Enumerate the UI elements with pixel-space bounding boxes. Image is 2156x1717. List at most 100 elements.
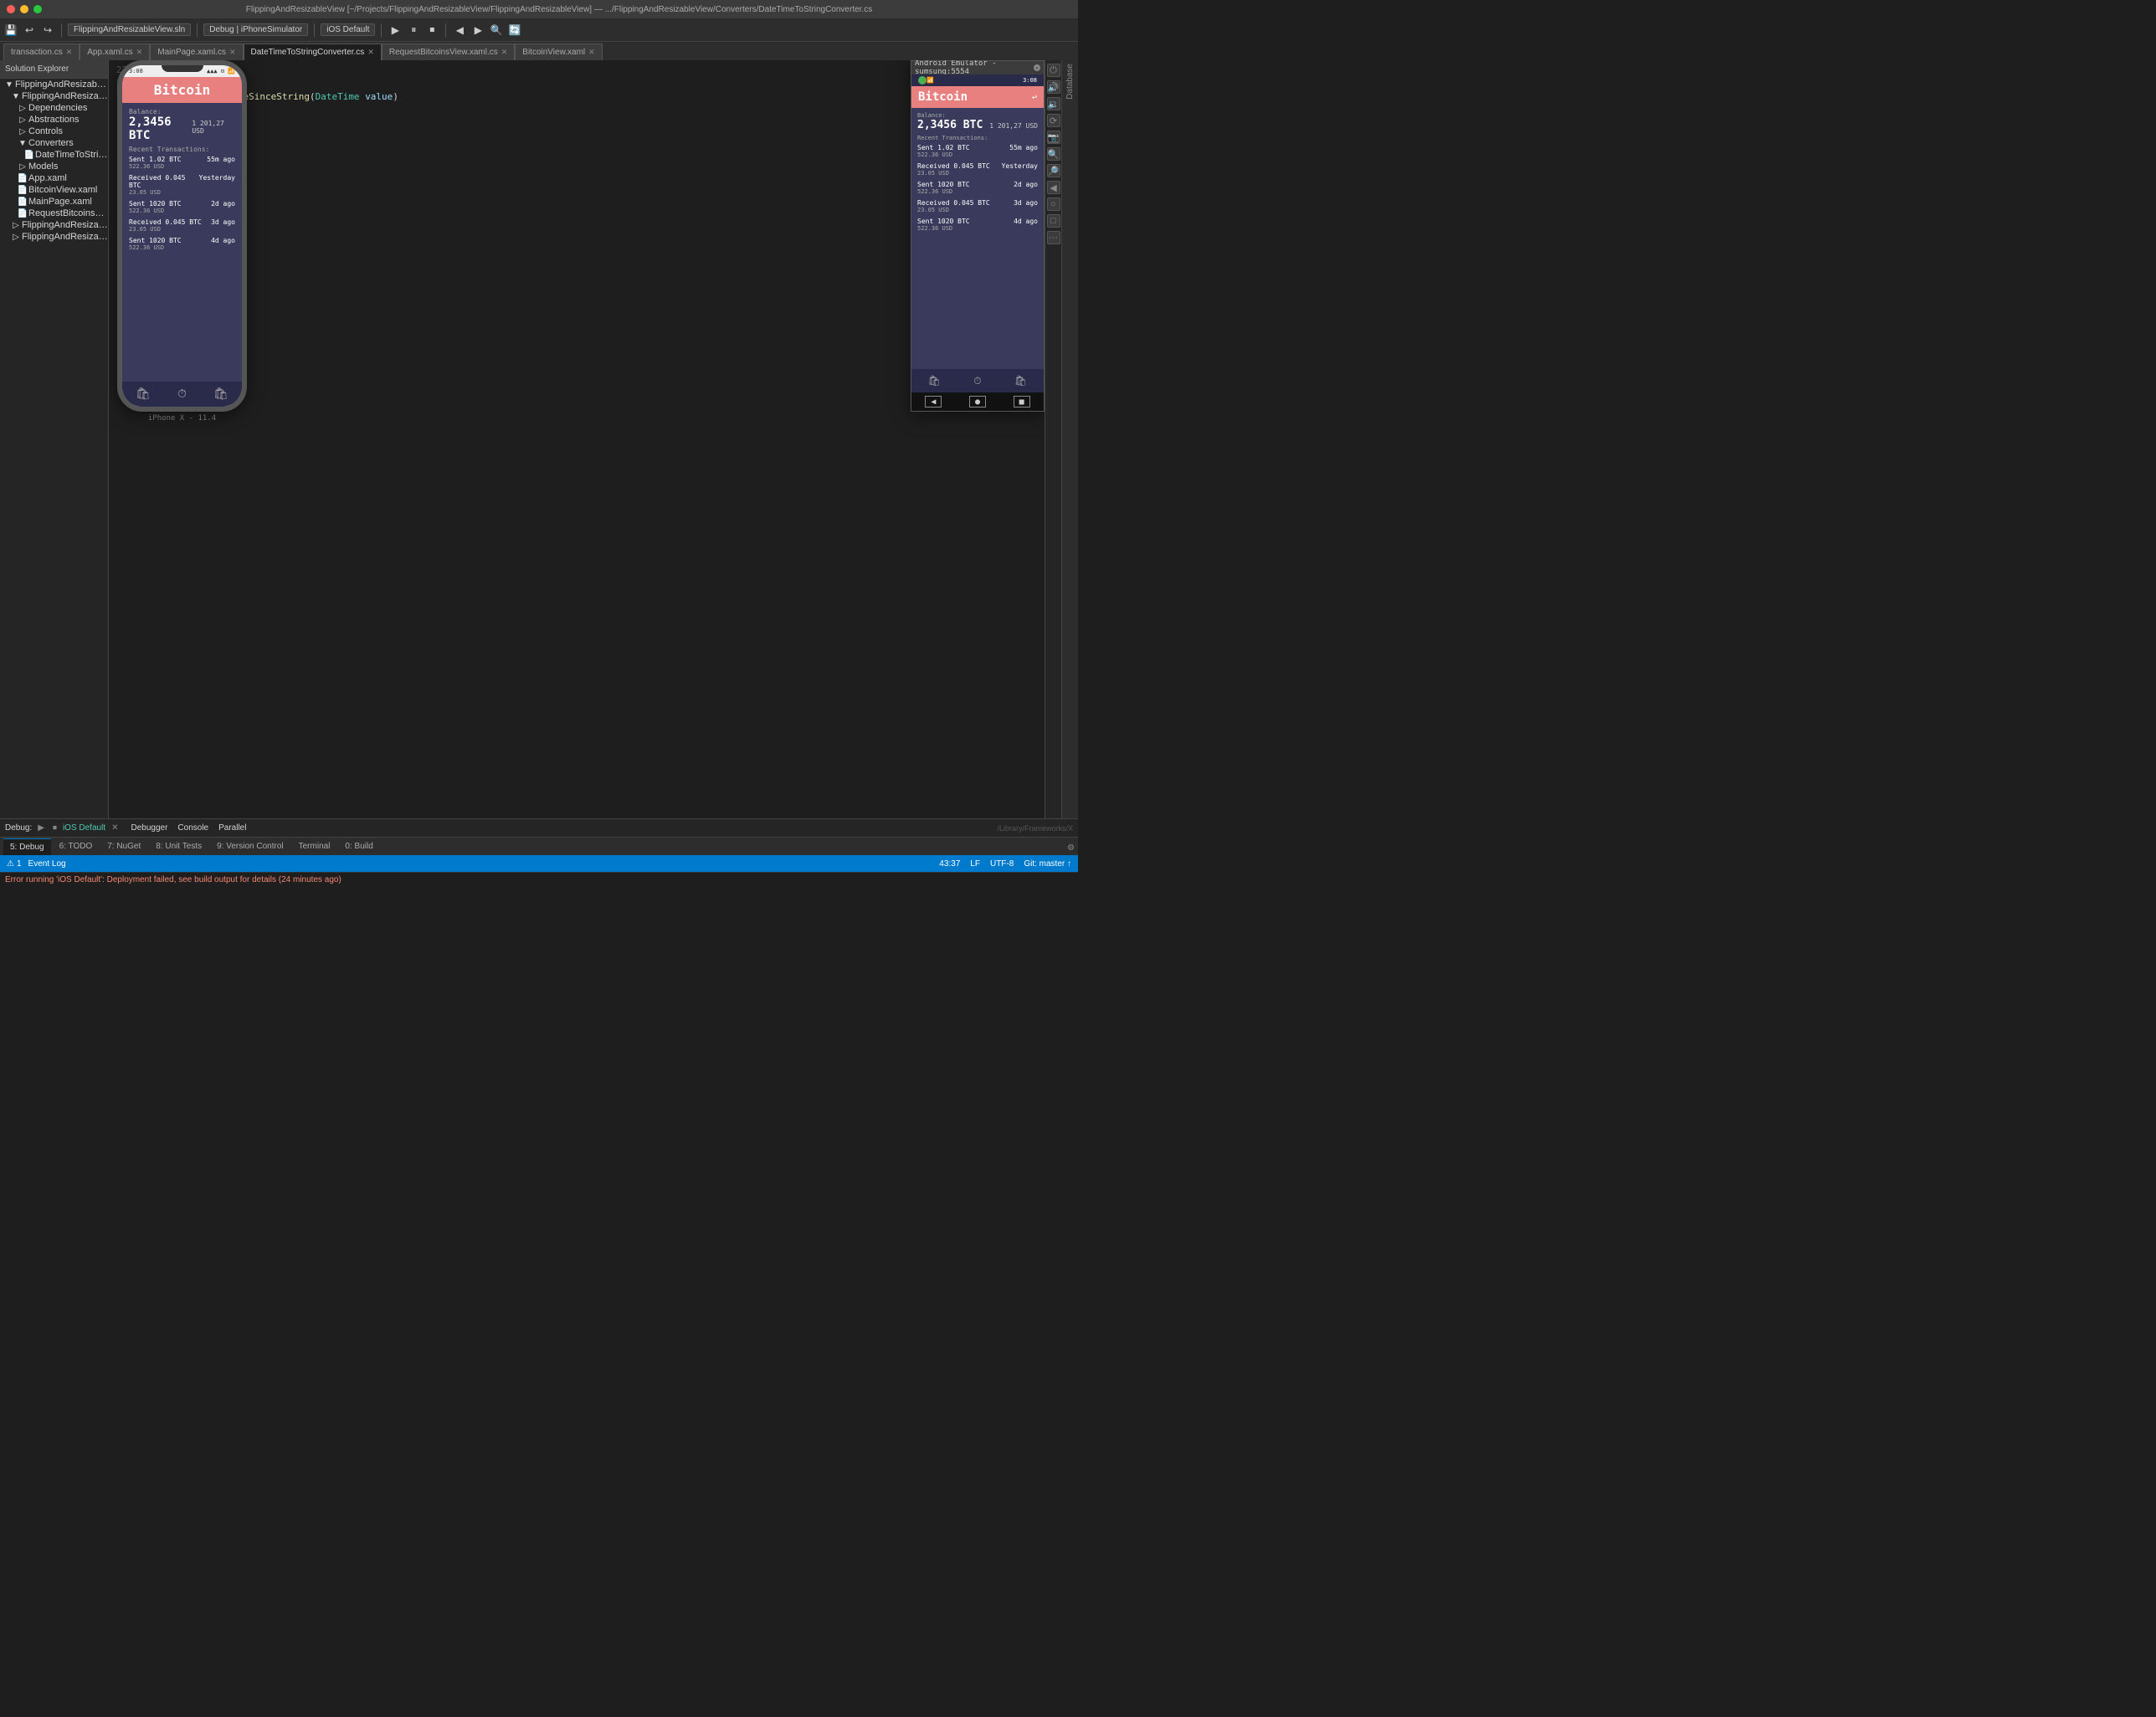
forward-icon[interactable]: ▶ [470, 23, 485, 38]
sol-android-project[interactable]: ▷ FlippingAndResizableView.And... [0, 219, 108, 231]
sol-ios-project[interactable]: ▷ FlippingAndResizableView.iOS... [0, 231, 108, 243]
tab-label: App.xaml.cs [87, 48, 132, 57]
tab-nuget[interactable]: 7: NuGet [100, 838, 147, 855]
back-button[interactable]: ◀ [1047, 181, 1060, 194]
sol-app-xaml[interactable]: 📄 App.xaml [0, 172, 108, 184]
tab-versioncontrol[interactable]: 9: Version Control [210, 838, 290, 855]
sol-abstractions[interactable]: ▷ Abstractions [0, 114, 108, 126]
screenshot-button[interactable]: 📷 [1047, 131, 1060, 144]
tab-label: BitcoinView.xaml [522, 48, 585, 57]
tab-app-xaml[interactable]: App.xaml.cs ✕ [80, 44, 150, 60]
android-back-icon[interactable]: ↩ [1032, 93, 1037, 102]
volume-up-button[interactable]: 🔊 [1047, 80, 1060, 94]
more-button[interactable]: ··· [1047, 231, 1060, 244]
sol-models[interactable]: ▷ Models [0, 161, 108, 172]
sol-converters[interactable]: ▼ Converters [0, 137, 108, 149]
android-tab-icon-1[interactable]: 🛍 [928, 375, 941, 387]
debug-run-button[interactable]: ▶ [35, 823, 47, 833]
android-tx-action: Sent 1.02 BTC [917, 144, 970, 151]
solution-root[interactable]: ▼ FlippingAndResizableView (3 projects) [0, 79, 108, 90]
redo-icon[interactable]: ↪ [40, 23, 55, 38]
android-emulator[interactable]: Android Emulator - sumsung:5554 ✕ 📶 3:08… [911, 60, 1045, 420]
search-icon[interactable]: 🔍 [489, 23, 504, 38]
bottom-right-controls: ⚙ [1067, 841, 1075, 853]
settings-icon[interactable]: ⚙ [1067, 843, 1075, 853]
tab-unittests[interactable]: 8: Unit Tests [149, 838, 208, 855]
minimize-button[interactable] [20, 5, 28, 13]
zoom-out-button[interactable]: 🔎 [1047, 164, 1060, 177]
solution-file[interactable]: FlippingAndResizableView.sln [68, 23, 191, 36]
tab-transaction[interactable]: transaction.cs ✕ [3, 44, 80, 60]
sol-mainpage-xaml[interactable]: 📄 MainPage.xaml [0, 196, 108, 208]
debugger-tab[interactable]: Debugger [131, 823, 167, 833]
project-main[interactable]: ▼ FlippingAndResizableView [0, 90, 108, 102]
square-button[interactable]: □ [1047, 214, 1060, 228]
sol-datetimeconverter-file[interactable]: 📄 DateTimeToStringConver... [0, 149, 108, 161]
expand-icon: ▷ [10, 233, 22, 242]
android-recents-button[interactable]: ■ [1014, 396, 1030, 407]
tab-terminal[interactable]: Terminal [292, 838, 337, 855]
debug-close-button[interactable]: ✕ [109, 823, 121, 833]
tab-label: MainPage.xaml.cs [157, 48, 226, 57]
status-line-ending: LF [970, 859, 980, 869]
volume-down-button[interactable]: 🔉 [1047, 97, 1060, 110]
pause-icon[interactable]: ⏸ [406, 23, 421, 38]
close-button[interactable] [7, 5, 15, 13]
android-back-button[interactable]: ◀ [925, 396, 942, 407]
android-tab-icon-2[interactable]: ⏱ [973, 375, 981, 387]
sol-item-label: BitcoinView.xaml [28, 185, 97, 195]
circle-button[interactable]: ○ [1047, 197, 1060, 211]
tab-close-icon[interactable]: ✕ [229, 48, 236, 57]
expand-icon: ▼ [3, 80, 15, 90]
ios-tx-time: 3d ago [211, 218, 235, 226]
ios-simulator[interactable]: 3:08 ▲▲▲ ⊡ 📶 Bitcoin Balance: 2,3456 BTC… [117, 60, 247, 420]
tab-close-icon[interactable]: ✕ [136, 48, 143, 57]
status-eventlog[interactable]: Event Log [28, 859, 66, 869]
ios-tab-icon-1[interactable]: 🛍 [136, 387, 151, 401]
tab-close-icon[interactable]: ✕ [588, 48, 595, 57]
tab-requestbitcoins[interactable]: RequestBitcoinsView.xaml.cs ✕ [382, 44, 515, 60]
tab-build[interactable]: 0: Build [338, 838, 379, 855]
stop-icon[interactable]: ⏹ [424, 23, 439, 38]
run-icon[interactable]: ▶ [388, 23, 403, 38]
ios-balance-row: 2,3456 BTC 1 201,27 USD [129, 115, 235, 142]
tab-close-icon[interactable]: ✕ [367, 48, 374, 57]
database-label: Database [1065, 64, 1075, 100]
android-home-button[interactable]: ● [969, 396, 986, 407]
ios-default-selector[interactable]: iOS Default [321, 23, 375, 36]
parallel-tab[interactable]: Parallel [218, 823, 246, 833]
sol-controls[interactable]: ▷ Controls [0, 126, 108, 137]
back-icon[interactable]: ◀ [452, 23, 467, 38]
tab-datetimeconverter[interactable]: DateTimeToStringConverter.cs ✕ [244, 44, 382, 60]
zoom-in-button[interactable]: 🔍 [1047, 147, 1060, 161]
power-button[interactable]: ⏻ [1047, 64, 1060, 77]
android-close-btn[interactable]: ✕ [1034, 64, 1040, 71]
rotate-button[interactable]: ⟳ [1047, 114, 1060, 127]
ios-tab-icon-2[interactable]: ⏱ [177, 387, 187, 401]
tab-todo[interactable]: 6: TODO [53, 838, 100, 855]
tab-bitcoinview[interactable]: BitcoinView.xaml ✕ [515, 44, 602, 60]
maximize-button[interactable] [33, 5, 42, 13]
ios-app-content: Bitcoin Balance: 2,3456 BTC 1 201,27 USD… [122, 77, 242, 407]
save-icon[interactable]: 💾 [3, 23, 18, 38]
debug-mode-selector[interactable]: Debug | iPhoneSimulator [203, 23, 308, 36]
android-tx-usd: 522.36 USD [917, 188, 1038, 195]
refresh-icon[interactable]: 🔄 [507, 23, 522, 38]
android-tx-action: Sent 1020 BTC [917, 181, 970, 188]
debug-stop-button[interactable]: ⏹ [50, 823, 59, 833]
code-editor[interactable]: 27 } 28 29 private string ToTimeSinceStr… [109, 60, 1045, 818]
android-tab-icon-3[interactable]: 🛍 [1014, 375, 1027, 387]
sol-requestbitcoins-xaml[interactable]: 📄 RequestBitcoinsView.xaml [0, 208, 108, 219]
tab-label: RequestBitcoinsView.xaml.cs [389, 48, 498, 57]
sol-dependencies[interactable]: ▷ Dependencies [0, 102, 108, 114]
status-error-count[interactable]: ⚠ 1 [7, 859, 22, 869]
tab-close-icon[interactable]: ✕ [66, 48, 73, 57]
undo-icon[interactable]: ↩ [22, 23, 37, 38]
tab-debug[interactable]: 5: Debug [3, 838, 51, 855]
ios-tab-icon-3[interactable]: 🛍 [213, 387, 228, 401]
code-line: TH = 30 * D... [109, 171, 1045, 184]
sol-bitcoinview-xaml[interactable]: 📄 BitcoinView.xaml [0, 184, 108, 196]
tab-close-icon[interactable]: ✕ [501, 48, 508, 57]
tab-mainpage[interactable]: MainPage.xaml.cs ✕ [150, 44, 243, 60]
console-tab[interactable]: Console [177, 823, 208, 833]
